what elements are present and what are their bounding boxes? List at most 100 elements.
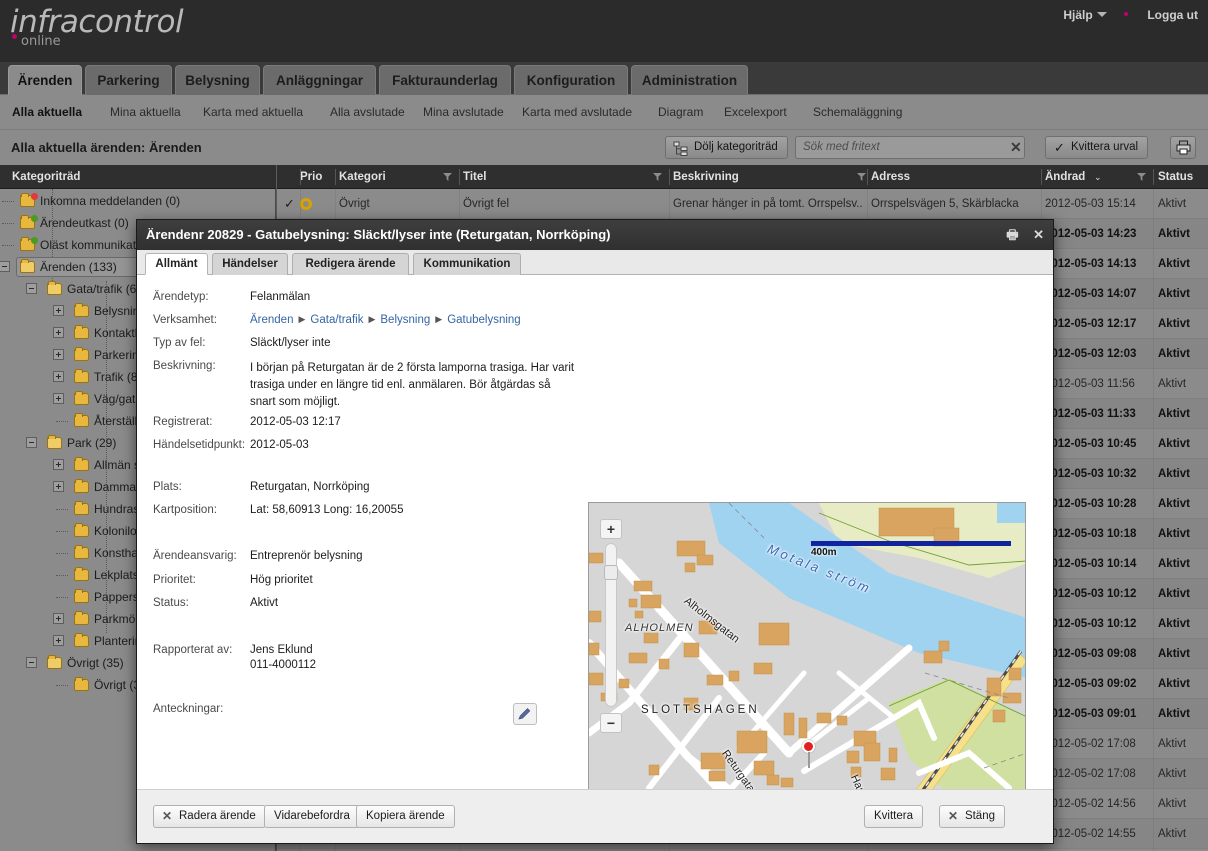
printer-icon[interactable]: 🖶 bbox=[1006, 220, 1018, 250]
tree-expand-icon[interactable] bbox=[53, 459, 64, 470]
tree-collapse-icon[interactable] bbox=[0, 261, 10, 272]
subnav-item-diagram[interactable]: Diagram bbox=[658, 95, 703, 130]
main-tab-konfiguration[interactable]: Konfiguration bbox=[514, 65, 628, 95]
filter-icon[interactable] bbox=[443, 173, 452, 181]
dialog-window-controls: 🖶 ✕ bbox=[995, 220, 1044, 250]
forward-case-button[interactable]: Vidarebefordra bbox=[264, 805, 360, 828]
dialog-tab-allm-nt[interactable]: Allmänt bbox=[145, 253, 208, 275]
main-tab-belysning[interactable]: Belysning bbox=[175, 65, 260, 95]
column-header-titel[interactable]: Titel bbox=[463, 165, 486, 189]
subnav-item-alla-avslutade[interactable]: Alla avslutade bbox=[330, 95, 405, 130]
tree-expand-icon[interactable] bbox=[53, 327, 64, 338]
folder-icon bbox=[74, 545, 89, 559]
column-header-prio[interactable]: Prio bbox=[300, 165, 322, 189]
tree-node[interactable]: Övrigt (35) bbox=[47, 652, 124, 674]
cell-andrad: 2012-05-03 10:28 bbox=[1045, 498, 1137, 510]
map-location-pin[interactable] bbox=[802, 740, 815, 768]
subnav-item-mina-avslutade[interactable]: Mina avslutade bbox=[423, 95, 504, 130]
tree-node-label: Övrigt (35) bbox=[67, 656, 124, 670]
tree-collapse-icon[interactable] bbox=[26, 283, 37, 294]
tree-expand-icon[interactable] bbox=[53, 349, 64, 360]
main-tab-parkering[interactable]: Parkering bbox=[85, 65, 172, 95]
tree-expand-icon[interactable] bbox=[53, 613, 64, 624]
cell-beskrivning: Grenar hänger in på tomt. Orrspelsv... bbox=[673, 198, 863, 210]
location-map[interactable]: Motala ström Alholmsgatan ALHOLMEN SLOTTSHA… bbox=[588, 502, 1026, 791]
filter-icon[interactable] bbox=[1137, 173, 1146, 181]
tree-node[interactable]: Ärendeutkast (0) bbox=[20, 212, 129, 234]
filter-icon[interactable] bbox=[653, 173, 662, 181]
subnav-item-excelexport[interactable]: Excelexport bbox=[724, 95, 787, 130]
hide-category-tree-button[interactable]: Dölj kategoriträd bbox=[665, 136, 788, 159]
folder-icon bbox=[74, 413, 89, 427]
filter-icon[interactable] bbox=[857, 173, 866, 181]
column-header-beskrivning[interactable]: Beskrivning bbox=[673, 165, 739, 189]
column-header-kategoritr-d[interactable]: Kategoriträd bbox=[12, 165, 80, 189]
freetext-search-input[interactable]: Sök med fritext bbox=[795, 136, 1025, 159]
zoom-slider-thumb[interactable] bbox=[604, 565, 618, 580]
breadcrumb-link[interactable]: Gata/trafik bbox=[310, 314, 363, 326]
cell-status: Aktivt bbox=[1158, 258, 1190, 270]
cell-status: Aktivt bbox=[1158, 738, 1187, 750]
tree-guide-line bbox=[56, 421, 68, 422]
dialog-tab-h-ndelser[interactable]: Händelser bbox=[212, 253, 288, 275]
column-header-kategori[interactable]: Kategori bbox=[339, 165, 386, 189]
column-header-status[interactable]: Status bbox=[1158, 165, 1193, 189]
cell-status: Aktivt bbox=[1158, 408, 1190, 420]
top-header-bar: infracontrol online Hjälp Logga ut bbox=[0, 0, 1208, 62]
tree-node[interactable]: Ärenden (133) bbox=[20, 256, 117, 278]
status-badge bbox=[31, 193, 38, 200]
acknowledge-selection-button[interactable]: ✓ Kvittera urval bbox=[1045, 136, 1149, 159]
tree-expand-icon[interactable] bbox=[53, 371, 64, 382]
main-tab-administration[interactable]: Administration bbox=[631, 65, 748, 95]
folder-icon bbox=[74, 369, 89, 383]
subnav-item-schemal-ggning[interactable]: Schemaläggning bbox=[813, 95, 902, 130]
table-row[interactable]: ✓ Övrigt Övrigt fel Grenar hänger in på tom… bbox=[277, 189, 1208, 219]
dialog-tab-redigera-rende[interactable]: Redigera ärende bbox=[292, 253, 409, 275]
breadcrumb-link[interactable]: Gatubelysning bbox=[447, 314, 521, 326]
event-time-value: 2012-05-03 bbox=[250, 439, 309, 451]
main-tab-anl-ggningar[interactable]: Anläggningar bbox=[263, 65, 376, 95]
app-logo[interactable]: infracontrol online bbox=[10, 6, 184, 49]
subnav-item-alla-aktuella[interactable]: Alla aktuella bbox=[12, 95, 82, 130]
logout-link[interactable]: Logga ut bbox=[1147, 8, 1198, 22]
edit-notes-button[interactable] bbox=[513, 703, 537, 725]
sort-descending-icon[interactable]: ⌄ bbox=[1094, 165, 1102, 189]
main-tab--renden[interactable]: Ärenden bbox=[8, 65, 82, 95]
breadcrumb-link[interactable]: Belysning bbox=[380, 314, 430, 326]
column-header-adress[interactable]: Adress bbox=[871, 165, 910, 189]
reported-by-name: Jens Eklund bbox=[250, 644, 313, 656]
column-header--ndrad[interactable]: Ändrad bbox=[1045, 165, 1085, 189]
tree-node[interactable]: Trafik (8) bbox=[74, 366, 142, 388]
acknowledge-case-button[interactable]: Kvittera bbox=[864, 805, 923, 828]
tree-collapse-icon[interactable] bbox=[26, 657, 37, 668]
subnav-item-karta-med-avslutade[interactable]: Karta med avslutade bbox=[522, 95, 632, 130]
tree-collapse-icon[interactable] bbox=[26, 437, 37, 448]
tree-node[interactable]: Inkomna meddelanden (0) bbox=[20, 190, 180, 212]
close-dialog-button[interactable]: ✕ Stäng bbox=[938, 805, 1005, 828]
delete-case-button[interactable]: ✕ Radera ärende bbox=[153, 805, 266, 828]
tree-expand-icon[interactable] bbox=[53, 481, 64, 492]
tree-expand-icon[interactable] bbox=[53, 393, 64, 404]
dialog-title-bar[interactable]: Ärendenr 20829 - Gatubelysning: Släckt/l… bbox=[137, 220, 1053, 250]
tree-expand-icon[interactable] bbox=[53, 305, 64, 316]
breadcrumb-link[interactable]: Ärenden bbox=[250, 314, 293, 326]
zoom-in-button[interactable]: + bbox=[600, 519, 622, 539]
map-zoom-control[interactable]: + − bbox=[600, 519, 622, 733]
main-tab-fakturaunderlag[interactable]: Fakturaunderlag bbox=[379, 65, 511, 95]
dialog-tab-kommunikation[interactable]: Kommunikation bbox=[413, 253, 521, 275]
subnav-item-mina-aktuella[interactable]: Mina aktuella bbox=[110, 95, 181, 130]
close-icon[interactable]: ✕ bbox=[1033, 220, 1044, 250]
subnav-item-karta-med-aktuella[interactable]: Karta med aktuella bbox=[203, 95, 303, 130]
zoom-out-button[interactable]: − bbox=[600, 713, 622, 733]
copy-case-button[interactable]: Kopiera ärende bbox=[356, 805, 455, 828]
cell-andrad: 2012-05-03 10:32 bbox=[1045, 468, 1137, 480]
clear-search-icon[interactable]: ✕ bbox=[1010, 140, 1022, 154]
print-button[interactable] bbox=[1170, 136, 1196, 159]
tree-node[interactable]: Park (29) bbox=[47, 432, 116, 454]
tree-expand-icon[interactable] bbox=[53, 635, 64, 646]
chevron-down-icon[interactable] bbox=[1096, 12, 1107, 17]
help-link[interactable]: Hjälp bbox=[1063, 8, 1092, 22]
tree-node[interactable]: Gata/trafik (69) bbox=[47, 278, 147, 300]
check-icon[interactable]: ✓ bbox=[284, 189, 295, 219]
breadcrumb-separator-icon: ▶ bbox=[435, 314, 443, 324]
